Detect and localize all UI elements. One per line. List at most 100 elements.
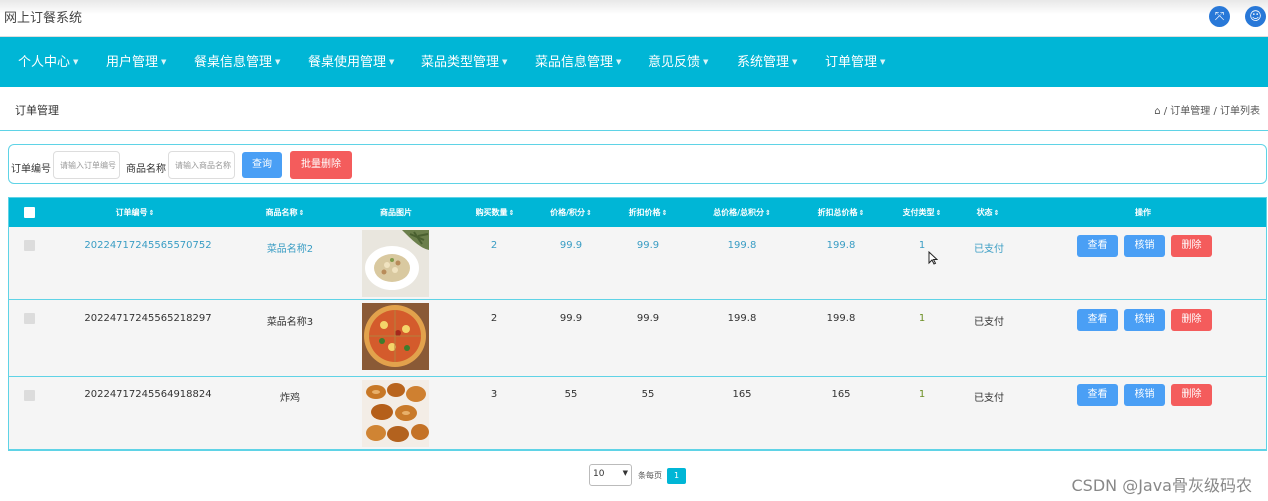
discount-price: 99.9 bbox=[636, 313, 660, 324]
query-button[interactable]: 查询 bbox=[242, 152, 282, 178]
product-name: 菜品名称2 bbox=[266, 244, 314, 255]
nav-item-dish-info[interactable]: 菜品信息管理 ▼ bbox=[535, 37, 621, 87]
nav-item-table-info[interactable]: 餐桌信息管理 ▼ bbox=[194, 37, 280, 87]
user-icon[interactable]: ☺ bbox=[1245, 6, 1266, 27]
select-all-checkbox[interactable] bbox=[24, 207, 35, 218]
col-total[interactable]: 总价格/总积分⇕ bbox=[713, 198, 771, 227]
search-bar: 订单编号 请输入订单编号 商品名称 请输入商品名称 查询 批量删除 bbox=[8, 144, 1267, 184]
discount-price: 99.9 bbox=[636, 240, 660, 251]
status: 已支付 bbox=[974, 317, 1004, 328]
delete-button[interactable]: 删除 bbox=[1171, 309, 1212, 331]
col-price[interactable]: 价格/积分⇕ bbox=[550, 198, 592, 227]
chevron-down-icon: ▼ bbox=[275, 58, 281, 66]
verify-button[interactable]: 核销 bbox=[1124, 384, 1165, 406]
col-discount-price[interactable]: 折扣价格⇕ bbox=[629, 198, 668, 227]
col-product-name[interactable]: 商品名称⇕ bbox=[266, 198, 305, 227]
quantity: 2 bbox=[490, 313, 498, 324]
order-number-input[interactable]: 请输入订单编号 bbox=[53, 151, 120, 179]
chevron-down-icon: ▼ bbox=[502, 58, 508, 66]
nav-item-table-usage[interactable]: 餐桌使用管理 ▼ bbox=[308, 37, 394, 87]
discount-total: 199.8 bbox=[826, 313, 856, 324]
table-row[interactable]: 20224717245565218297 菜品名称3 2 99.9 99.9 1… bbox=[9, 300, 1266, 377]
nav-item-orders[interactable]: 订单管理 ▼ bbox=[825, 37, 885, 87]
product-image-pizza bbox=[362, 303, 429, 370]
watermark: CSDN @Java骨灰级码农 bbox=[1071, 476, 1252, 495]
table-row[interactable]: 20224717245564918824 炸鸡 3 55 55 165 165 … bbox=[9, 377, 1266, 450]
view-button[interactable]: 查看 bbox=[1077, 384, 1118, 406]
breadcrumb-bar: 订单管理 ⌂ / 订单管理 / 订单列表 bbox=[0, 87, 1268, 131]
nav-item-dish-types[interactable]: 菜品类型管理 ▼ bbox=[421, 37, 507, 87]
discount-total: 165 bbox=[831, 389, 851, 400]
sort-icon: ⇕ bbox=[935, 209, 942, 217]
delete-button[interactable]: 删除 bbox=[1171, 235, 1212, 257]
delete-button[interactable]: 删除 bbox=[1171, 384, 1212, 406]
status: 已支付 bbox=[974, 244, 1004, 255]
col-status[interactable]: 状态⇕ bbox=[977, 198, 1000, 227]
col-product-image: 商品图片 bbox=[380, 208, 412, 217]
fullscreen-icon[interactable]: ⤧ bbox=[1209, 6, 1230, 27]
chevron-down-icon: ▼ bbox=[622, 469, 628, 477]
chevron-down-icon: ▼ bbox=[880, 58, 886, 66]
chevron-down-icon: ▼ bbox=[161, 58, 167, 66]
status: 已支付 bbox=[974, 393, 1004, 404]
chevron-down-icon: ▼ bbox=[703, 58, 709, 66]
nav-item-user-management[interactable]: 用户管理 ▼ bbox=[106, 37, 166, 87]
product-image-fried-chicken bbox=[362, 380, 429, 447]
chevron-down-icon: ▼ bbox=[616, 58, 622, 66]
col-quantity[interactable]: 购买数量⇕ bbox=[476, 198, 515, 227]
page-size-suffix: 条每页 bbox=[638, 471, 662, 480]
price: 99.9 bbox=[559, 313, 583, 324]
product-name-input[interactable]: 请输入商品名称 bbox=[168, 151, 235, 179]
page-size-select[interactable]: 10 ▼ bbox=[589, 464, 632, 486]
page-title: 订单管理 bbox=[15, 104, 59, 117]
orders-table: 订单编号⇕ 商品名称⇕ 商品图片 购买数量⇕ 价格/积分⇕ 折扣价格⇕ 总价格/… bbox=[8, 197, 1267, 451]
view-button[interactable]: 查看 bbox=[1077, 235, 1118, 257]
view-button[interactable]: 查看 bbox=[1077, 309, 1118, 331]
order-number-label: 订单编号 bbox=[11, 164, 51, 175]
sort-icon: ⇕ bbox=[765, 209, 771, 217]
sort-icon: ⇕ bbox=[661, 209, 668, 217]
chevron-down-icon: ▼ bbox=[792, 58, 798, 66]
breadcrumb[interactable]: ⌂ / 订单管理 / 订单列表 bbox=[1154, 102, 1260, 117]
page-number-current[interactable]: 1 bbox=[667, 468, 686, 484]
order-number: 20224717245565218297 bbox=[84, 313, 212, 324]
pay-type: 1 bbox=[918, 313, 926, 324]
total-price: 199.8 bbox=[727, 313, 757, 324]
row-checkbox[interactable] bbox=[24, 313, 35, 324]
sort-icon: ⇕ bbox=[586, 209, 592, 217]
quantity: 2 bbox=[490, 240, 498, 251]
total-price: 199.8 bbox=[727, 240, 757, 251]
table-header: 订单编号⇕ 商品名称⇕ 商品图片 购买数量⇕ 价格/积分⇕ 折扣价格⇕ 总价格/… bbox=[9, 198, 1266, 227]
table-row[interactable]: 20224717245565570752 菜品名称2 2 99.9 99.9 1… bbox=[9, 227, 1266, 300]
batch-delete-button[interactable]: 批量删除 bbox=[290, 151, 352, 179]
verify-button[interactable]: 核销 bbox=[1124, 235, 1165, 257]
product-image-soup bbox=[362, 230, 429, 297]
discount-total: 199.8 bbox=[826, 240, 856, 251]
app-title: 网上订餐系统 bbox=[4, 11, 83, 26]
col-actions: 操作 bbox=[1135, 208, 1151, 217]
sort-icon: ⇕ bbox=[148, 209, 155, 217]
chevron-down-icon: ▼ bbox=[73, 58, 79, 66]
row-checkbox[interactable] bbox=[24, 240, 35, 251]
quantity: 3 bbox=[490, 389, 498, 400]
title-bar: 网上订餐系统 ⤧ ☺ bbox=[0, 0, 1268, 37]
nav-item-system[interactable]: 系统管理 ▼ bbox=[737, 37, 797, 87]
nav-item-feedback[interactable]: 意见反馈 ▼ bbox=[648, 37, 708, 87]
nav-item-personal-center[interactable]: 个人中心 ▼ bbox=[18, 37, 78, 87]
product-name-label: 商品名称 bbox=[126, 164, 166, 175]
row-checkbox[interactable] bbox=[24, 390, 35, 401]
sort-icon: ⇕ bbox=[858, 209, 865, 217]
mouse-cursor-icon bbox=[928, 251, 938, 265]
order-number: 20224717245564918824 bbox=[84, 389, 212, 400]
chevron-down-icon: ▼ bbox=[389, 58, 395, 66]
verify-button[interactable]: 核销 bbox=[1124, 309, 1165, 331]
product-name: 菜品名称3 bbox=[266, 317, 314, 328]
col-discount-total[interactable]: 折扣总价格⇕ bbox=[818, 198, 865, 227]
sort-icon: ⇕ bbox=[508, 209, 515, 217]
sort-icon: ⇕ bbox=[993, 209, 1000, 217]
col-order-number[interactable]: 订单编号⇕ bbox=[116, 198, 155, 227]
pay-type: 1 bbox=[918, 389, 926, 400]
col-pay-type[interactable]: 支付类型⇕ bbox=[903, 198, 942, 227]
sort-icon: ⇕ bbox=[298, 209, 305, 217]
pay-type: 1 bbox=[918, 240, 926, 251]
